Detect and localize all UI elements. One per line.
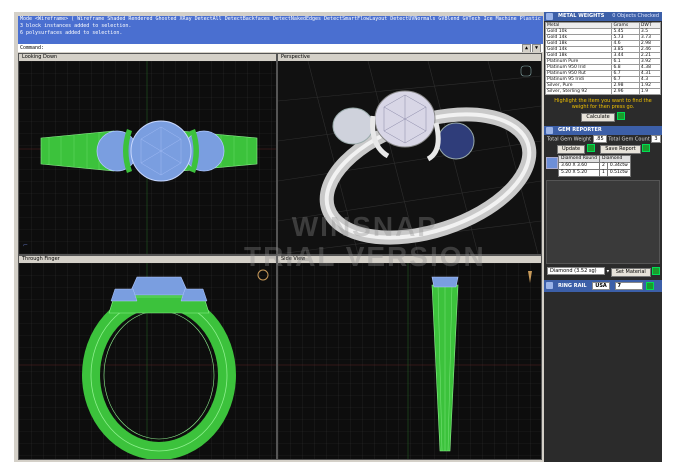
update-go-button[interactable] xyxy=(586,144,595,152)
rhino-app-window: Mode <Wireframe> ( Wireframe Shaded Rend… xyxy=(14,12,662,462)
viewport-side-view[interactable]: Side View xyxy=(277,255,542,460)
plugin-panel: METAL WEIGHTS 0 Objects Checked Metal Gr… xyxy=(544,12,662,462)
scale-icon xyxy=(546,13,553,20)
ring-icon xyxy=(546,282,553,289)
go-button[interactable] xyxy=(616,112,625,120)
save-report-button[interactable]: Save Report xyxy=(600,144,641,154)
trial-watermark: WINSNAP TRIAL VERSION xyxy=(244,212,486,272)
calculate-button[interactable]: Calculate xyxy=(581,112,615,122)
chevron-up-icon[interactable]: ▲ xyxy=(522,44,531,52)
panel-title: RING RAIL xyxy=(558,283,587,289)
diamond-icon xyxy=(546,157,558,169)
total-gem-weight-label: Total Gem Weight xyxy=(547,136,592,143)
viewport-title[interactable]: Perspective xyxy=(278,54,541,61)
table-row[interactable]: 5.20 X 5.20 1 0.51ctw xyxy=(558,169,631,177)
viewport-through-finger[interactable]: Through Finger xyxy=(18,255,277,460)
gem-icon xyxy=(546,127,553,134)
command-input[interactable]: Command: xyxy=(18,44,543,52)
watermark-line: TRIAL VERSION xyxy=(244,241,486,272)
viewport-title[interactable]: Through Finger xyxy=(19,256,276,263)
command-history-line: 3 block instances added to selection. xyxy=(20,23,132,29)
set-material-button[interactable]: Set Material xyxy=(610,267,651,277)
material-row: Diamond (3.52 sg) ▾ Set Material xyxy=(544,267,662,277)
chevron-down-icon[interactable]: ▼ xyxy=(532,44,541,52)
command-history-line: 6 polysurfaces added to selection. xyxy=(20,30,123,36)
ring-front-view xyxy=(19,263,276,459)
viewport-looking-down[interactable]: Looking Down ⌐ xyxy=(18,53,277,255)
command-history-line: Mode <Wireframe> ( Wireframe Shaded Rend… xyxy=(20,16,543,22)
ring-side-view xyxy=(278,263,541,459)
metal-weights-hint: Highlight the item you want to find the … xyxy=(554,98,652,110)
total-gem-count-label: Total Gem Count xyxy=(608,136,650,143)
metal-weights-table: Metal Grams DWT Gold 10k 5.45 3.5 Gold 14k… xyxy=(544,22,662,95)
svg-text:⌐: ⌐ xyxy=(23,242,28,249)
table-row[interactable]: 3.60 X 3.60 2 0.34ctw xyxy=(558,162,631,170)
ring-size-select[interactable]: 7 xyxy=(614,281,643,290)
gem-list-area xyxy=(546,180,660,264)
column-header: Diamond xyxy=(599,155,631,163)
watermark-line: WINSNAP xyxy=(291,211,438,242)
ring-rail-header[interactable]: RING RAIL USA 7 xyxy=(544,280,662,292)
gem-totals-row: Total Gem Weight .85 Total Gem Count 3 xyxy=(544,135,662,144)
gem-reporter-header[interactable]: GEM REPORTER xyxy=(544,126,662,135)
table-row[interactable]: Silver, Sterling 92 2.96 1.9 xyxy=(544,88,662,95)
chevron-down-icon[interactable]: ▾ xyxy=(607,269,610,275)
gem-table: Diamond Round Diamond 3.60 X 3.60 2 0.34ct… xyxy=(558,155,631,177)
command-area: Mode <Wireframe> ( Wireframe Shaded Rend… xyxy=(18,16,543,52)
total-gem-weight-field: .85 xyxy=(592,135,607,143)
ring-top-view: ⌐ xyxy=(19,61,276,254)
total-gem-count-field: 3 xyxy=(651,135,661,143)
save-report-go-button[interactable] xyxy=(642,144,651,152)
update-button[interactable]: Update xyxy=(557,144,586,154)
column-header: Diamond Round xyxy=(558,155,600,163)
metal-weights-header[interactable]: METAL WEIGHTS 0 Objects Checked xyxy=(544,12,662,21)
objects-checked-count: 0 Objects Checked xyxy=(612,13,659,19)
panel-title: METAL WEIGHTS xyxy=(558,13,605,19)
country-select[interactable]: USA xyxy=(592,281,610,290)
panel-title: GEM REPORTER xyxy=(558,127,602,133)
material-select[interactable]: Diamond (3.52 sg) xyxy=(547,267,605,275)
ring-rail-go-button[interactable] xyxy=(646,281,655,290)
gem-actions-row: Update Save Report xyxy=(544,144,662,155)
set-material-go-button[interactable] xyxy=(652,267,661,275)
viewport-title[interactable]: Looking Down xyxy=(19,54,276,61)
